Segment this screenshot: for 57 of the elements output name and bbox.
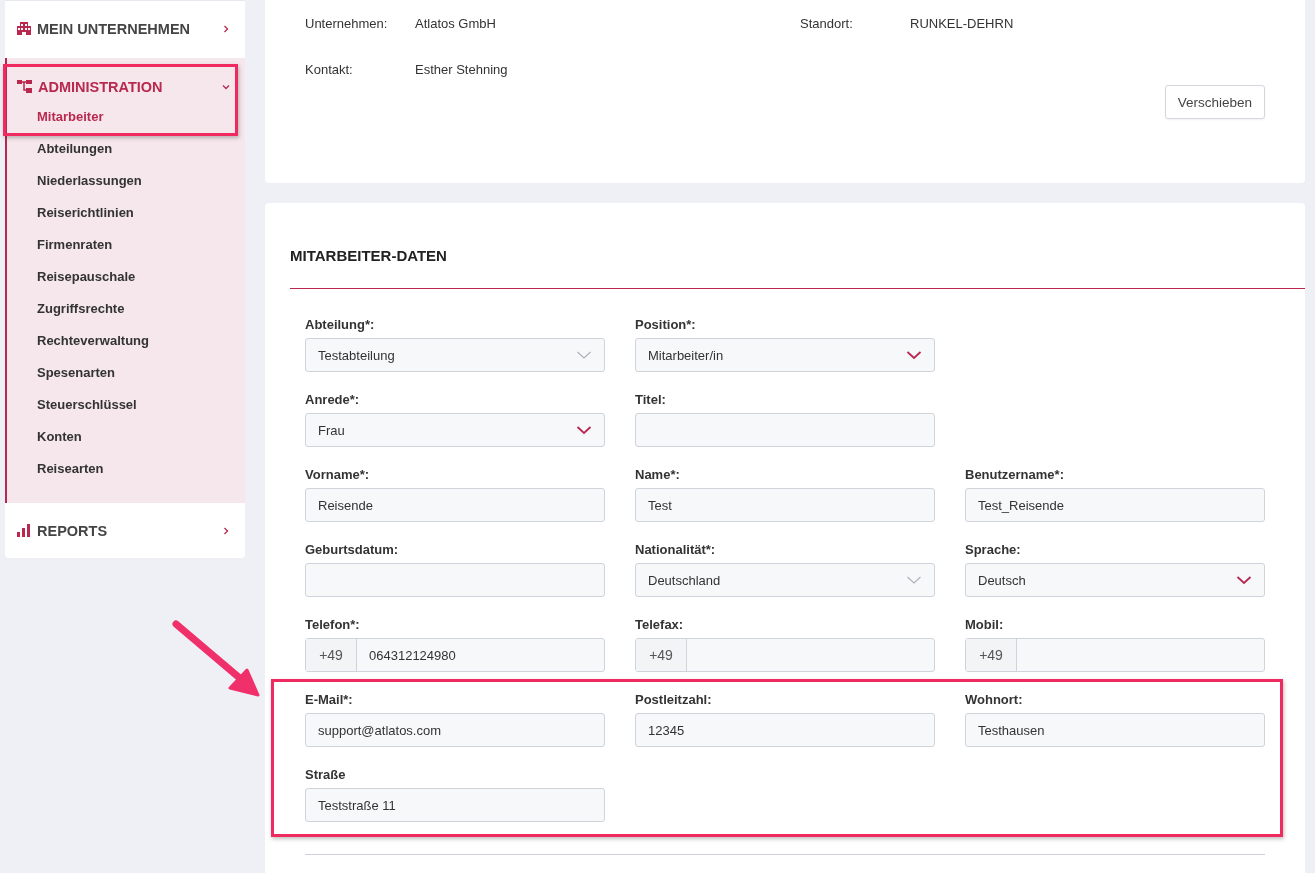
input-field[interactable]: Testhausen bbox=[965, 713, 1265, 747]
sidebar-item[interactable]: Abteilungen bbox=[7, 133, 245, 165]
field-label: Wohnort: bbox=[965, 692, 1024, 707]
info-label: Standort: bbox=[800, 16, 854, 32]
sidebar-item[interactable]: Reisepauschale bbox=[7, 261, 245, 293]
section-label: ADMINISTRATION bbox=[38, 78, 164, 95]
field-label: Mobil: bbox=[965, 617, 1005, 632]
section-title: MITARBEITER-DATEN bbox=[289, 246, 448, 265]
field-label: Postleitzahl: bbox=[635, 692, 713, 707]
sidebar-item[interactable]: Reiserichtlinien bbox=[7, 197, 245, 229]
sidebar-item[interactable]: Konten bbox=[7, 421, 245, 453]
input-field[interactable]: Reisende bbox=[305, 488, 605, 522]
field-label: Benutzername*: bbox=[965, 467, 1065, 482]
field-label: E-Mail*: bbox=[305, 692, 354, 707]
sidebar-item[interactable]: Niederlassungen bbox=[7, 165, 245, 197]
input-field[interactable]: 12345 bbox=[635, 713, 935, 747]
move-button[interactable]: Verschieben bbox=[1164, 85, 1265, 119]
field-label: Nationalität*: bbox=[635, 542, 717, 557]
input-field[interactable]: Test bbox=[635, 488, 935, 522]
input-field[interactable]: support@atlatos.com bbox=[305, 713, 605, 747]
field-label: Vorname*: bbox=[305, 467, 371, 482]
section-label: MEIN UNTERNEHMEN bbox=[37, 20, 192, 37]
dropdown-field[interactable]: Deutsch bbox=[965, 563, 1265, 597]
field-label: Geburtsdatum: bbox=[305, 542, 400, 557]
field-label: Straße bbox=[305, 767, 347, 782]
info-value: Esther Stehning bbox=[415, 62, 509, 78]
building-icon bbox=[17, 22, 31, 35]
sidebar-item[interactable]: Zugriffsrechte bbox=[7, 293, 245, 325]
sidebar-item[interactable]: Firmenraten bbox=[7, 229, 245, 261]
bar-chart-icon bbox=[17, 524, 31, 537]
info-label: Kontakt: bbox=[305, 62, 354, 78]
field-label: Telefon*: bbox=[305, 617, 361, 632]
field-label: Telefax: bbox=[635, 617, 685, 632]
dropdown-field[interactable]: Mitarbeiter/in bbox=[635, 338, 935, 372]
input-field[interactable] bbox=[305, 563, 605, 597]
info-label: Unternehmen: bbox=[305, 16, 389, 32]
hierarchy-icon bbox=[17, 80, 32, 93]
section-label: REPORTS bbox=[37, 522, 109, 539]
input-field[interactable] bbox=[635, 413, 935, 447]
sidebar-item[interactable]: Reisearten bbox=[7, 453, 245, 485]
info-value: RUNKEL-DEHRN bbox=[910, 16, 1015, 32]
info-value: Atlatos GmbH bbox=[415, 16, 497, 32]
field-label: Position*: bbox=[635, 317, 697, 332]
sidebar-item[interactable]: Steuerschlüssel bbox=[7, 389, 245, 421]
sidebar-item[interactable]: Mitarbeiter bbox=[7, 101, 245, 133]
field-label: Sprache: bbox=[965, 542, 1022, 557]
dropdown-field[interactable]: Frau bbox=[305, 413, 605, 447]
field-label: Titel: bbox=[635, 392, 667, 407]
field-label: Anrede*: bbox=[305, 392, 361, 407]
field-label: Abteilung*: bbox=[305, 317, 376, 332]
sidebar-section[interactable]: MEIN UNTERNEHMEN bbox=[5, 1, 245, 56]
sidebar-section[interactable]: REPORTS bbox=[5, 503, 245, 558]
input-field[interactable]: Test_Reisende bbox=[965, 488, 1265, 522]
field-label: Name*: bbox=[635, 467, 681, 482]
sidebar-item[interactable]: Spesenarten bbox=[7, 357, 245, 389]
input-field[interactable]: Teststraße 11 bbox=[305, 788, 605, 822]
sidebar-item[interactable]: Rechteverwaltung bbox=[7, 325, 245, 357]
